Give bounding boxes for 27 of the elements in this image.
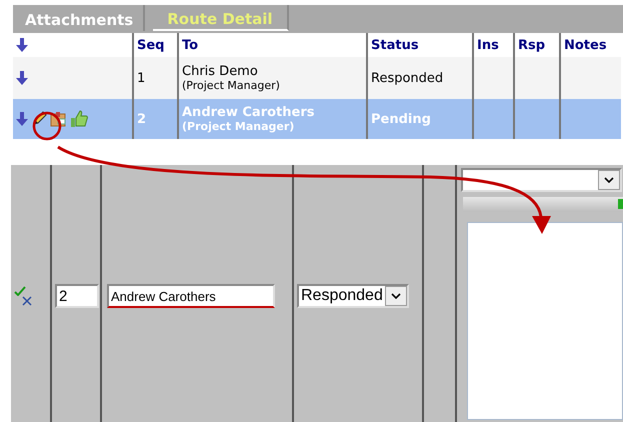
table-cell: Chris Demo xyxy=(182,64,258,79)
table-row[interactable]: 1 Chris Demo (Project Manager) Responded xyxy=(13,57,621,99)
name-field[interactable]: Andrew Carothers xyxy=(107,284,275,308)
status-value: Responded xyxy=(301,287,383,305)
column-header: Rsp xyxy=(514,33,560,57)
table-cell: Responded xyxy=(371,70,444,86)
down-arrow-icon[interactable] xyxy=(16,71,28,85)
column-header: To xyxy=(178,33,367,57)
table-cell: 1 xyxy=(137,70,146,86)
sequence-field[interactable]: 2 xyxy=(55,284,99,308)
status-select[interactable]: Responded xyxy=(297,284,409,308)
table-cell: 2 xyxy=(137,112,146,126)
column-header: Notes xyxy=(560,33,621,57)
highlight-circle xyxy=(32,112,62,140)
column-header: Status xyxy=(367,33,473,57)
caret-icon[interactable] xyxy=(390,293,401,299)
column-header: Ins xyxy=(473,33,514,57)
thumbs-up-icon[interactable] xyxy=(70,110,88,128)
table-cell-text: (Project Manager) xyxy=(182,120,296,133)
table-cell: Andrew Carothers xyxy=(182,105,314,120)
down-arrow-icon[interactable] xyxy=(16,38,28,52)
table-cell-text: (Project Manager) xyxy=(182,79,281,92)
close-icon[interactable] xyxy=(21,296,33,306)
table-cell: Pending xyxy=(371,112,431,126)
checkmark-icon[interactable] xyxy=(14,286,26,296)
down-arrow-icon[interactable] xyxy=(16,112,28,126)
column-header: Seq xyxy=(133,33,178,57)
